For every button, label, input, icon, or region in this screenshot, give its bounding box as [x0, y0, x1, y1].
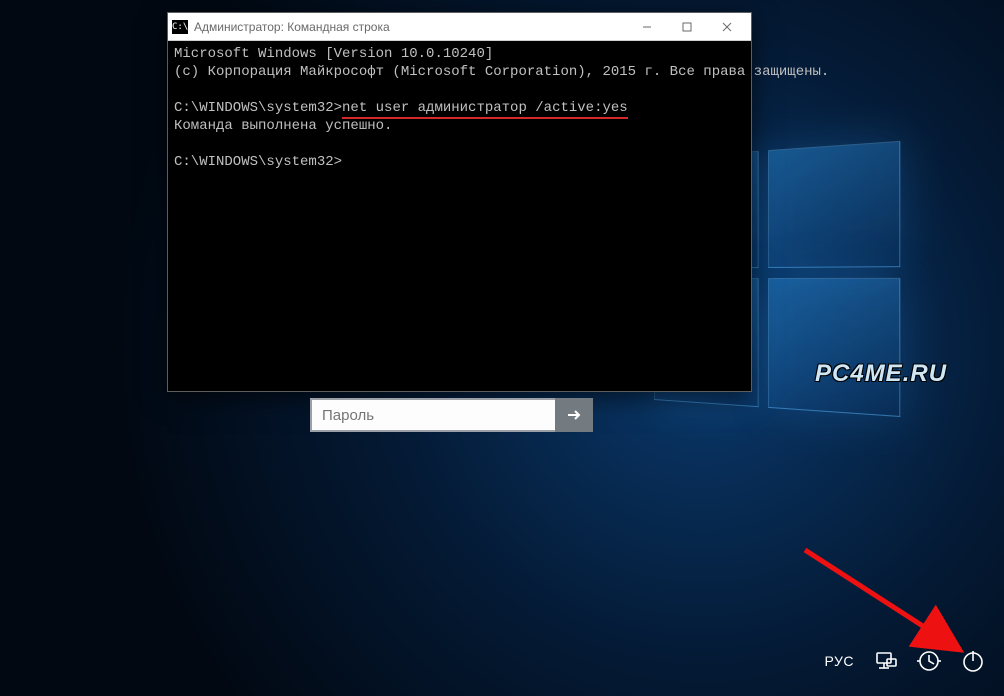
password-row — [310, 398, 593, 432]
console-line: (c) Корпорация Майкрософт (Microsoft Cor… — [174, 64, 829, 80]
console-prompt: C:\WINDOWS\system32> — [174, 100, 342, 116]
network-icon[interactable] — [872, 648, 898, 674]
cmd-window: C:\ Администратор: Командная строка Micr… — [167, 12, 752, 392]
console-line: Команда выполнена успешно. — [174, 118, 392, 134]
password-input[interactable] — [310, 398, 555, 432]
password-submit-button[interactable] — [555, 398, 593, 432]
maximize-button[interactable] — [667, 14, 707, 40]
console-line: Microsoft Windows [Version 10.0.10240] — [174, 46, 493, 62]
ease-of-access-icon[interactable] — [916, 648, 942, 674]
console-command: net user администратор /active:yes — [342, 100, 628, 119]
language-indicator[interactable]: РУС — [824, 653, 854, 669]
titlebar[interactable]: C:\ Администратор: Командная строка — [168, 13, 751, 41]
minimize-button[interactable] — [627, 14, 667, 40]
watermark-text: PC4ME.RU — [815, 360, 947, 388]
console-prompt: C:\WINDOWS\system32> — [174, 154, 342, 170]
window-title: Администратор: Командная строка — [194, 20, 621, 34]
login-corner-controls: РУС — [824, 648, 986, 674]
close-button[interactable] — [707, 14, 747, 40]
power-icon[interactable] — [960, 648, 986, 674]
arrow-right-icon — [565, 406, 583, 424]
console-output[interactable]: Microsoft Windows [Version 10.0.10240] (… — [168, 41, 751, 391]
cmd-icon: C:\ — [172, 20, 188, 34]
